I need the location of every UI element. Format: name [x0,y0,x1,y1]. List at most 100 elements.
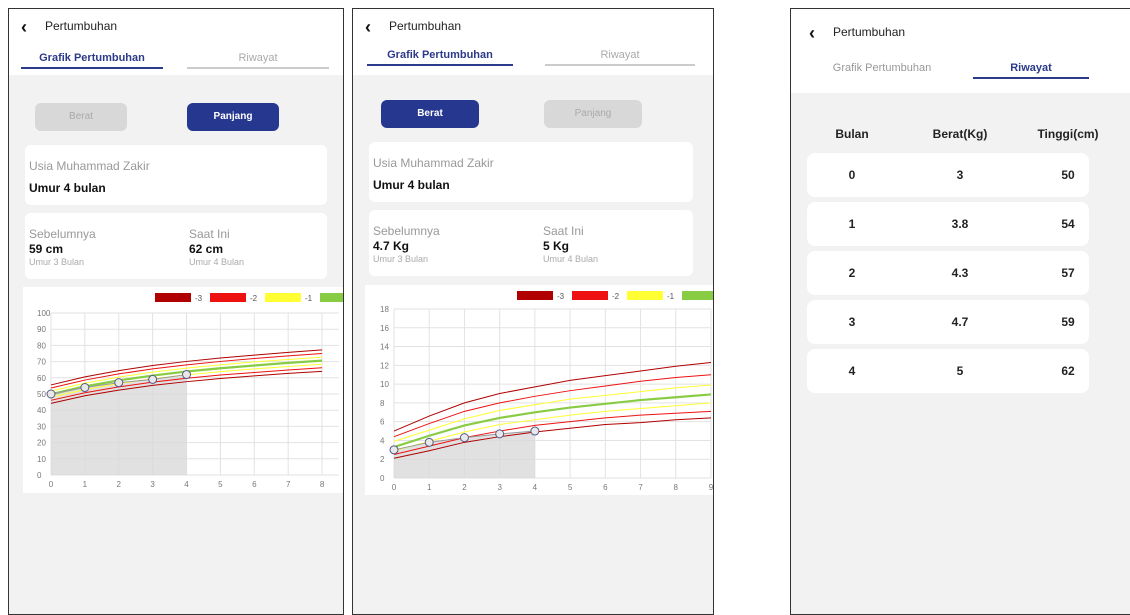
back-icon[interactable]: ‹ [21,17,27,37]
berat-button[interactable]: Berat [35,103,127,131]
legend-swatch [320,293,343,302]
y-tick-label: 10 [380,380,389,389]
x-tick-label: 4 [533,483,538,492]
berat-button[interactable]: Berat [381,100,479,128]
cell-bulan: 3 [848,315,856,329]
page-title: Pertumbuhan [389,19,462,33]
y-tick-label: 100 [37,309,51,318]
table-row: 2 4.3 57 [807,251,1089,295]
cell-berat: 3 [956,168,964,182]
curr-label: Saat Ini [543,224,584,238]
tab-grafik-pertumbuhan[interactable]: Grafik Pertumbuhan [367,48,513,66]
child-point [389,445,399,455]
y-tick-label: 10 [37,455,46,464]
tab-grafik-pertumbuhan[interactable]: Grafik Pertumbuhan [21,51,163,69]
back-icon[interactable]: ‹ [809,23,815,43]
page-title: Pertumbuhan [45,19,118,33]
y-tick-label: 14 [380,343,389,352]
cell-bulan: 4 [848,364,856,378]
legend-swatch [627,291,663,300]
tab-riwayat[interactable]: Riwayat [973,61,1089,79]
cell-bulan: 2 [848,266,856,280]
panjang-button[interactable]: Panjang [544,100,642,128]
cell-berat: 4.3 [951,266,969,280]
measurement-card: Sebelumnya 4.7 Kg Umur 3 Bulan Saat Ini … [369,210,693,276]
y-tick-label: 80 [37,341,46,350]
y-tick-label: 4 [380,436,385,445]
curr-value: 62 cm [189,242,224,256]
x-tick-label: 7 [638,483,643,492]
child-info-card: Usia Muhammad Zakir Umur 4 bulan [25,145,327,205]
y-tick-label: 40 [37,406,46,415]
legend-swatch [517,291,553,300]
child-name-label: Usia Muhammad Zakir [29,159,150,173]
x-tick-label: 6 [252,480,257,489]
y-tick-label: 90 [37,325,46,334]
cell-tinggi: 50 [1061,168,1075,182]
x-tick-label: 3 [150,480,155,489]
cell-berat: 4.7 [951,315,969,329]
prev-label: Sebelumnya [29,227,96,241]
screen-riwayat: ‹ Pertumbuhan Grafik Pertumbuhan Riwayat… [790,8,1130,615]
table-row: 4 5 62 [807,349,1089,393]
legend-swatch [682,291,713,300]
back-icon[interactable]: ‹ [365,17,371,37]
curr-label: Saat Ini [189,227,230,241]
x-tick-label: 7 [286,480,291,489]
legend-label: -2 [612,292,620,301]
cell-tinggi: 62 [1061,364,1075,378]
y-tick-label: 60 [37,374,46,383]
screen-panjang: ‹ Pertumbuhan Grafik Pertumbuhan Riwayat… [8,8,344,615]
child-name-label: Usia Muhammad Zakir [373,156,494,170]
x-tick-label: 9 [709,483,714,492]
app-bar: ‹ Pertumbuhan Grafik Pertumbuhan Riwayat [9,9,343,75]
legend-label: -2 [250,294,258,303]
y-tick-label: 0 [37,471,42,480]
x-tick-label: 5 [218,480,223,489]
legend-label: -3 [557,292,565,301]
table-row: 3 4.7 59 [807,300,1089,344]
x-tick-label: 0 [49,480,54,489]
child-point [530,426,540,436]
cell-tinggi: 59 [1061,315,1075,329]
legend-swatch [265,293,301,302]
child-point [495,429,505,439]
child-age: Umur 4 bulan [29,181,106,195]
curr-age: Umur 4 Bulan [543,254,599,264]
x-tick-label: 1 [83,480,88,489]
page-title: Pertumbuhan [833,25,906,39]
app-bar: ‹ Pertumbuhan Grafik Pertumbuhan Riwayat [353,9,713,75]
screen-berat: ‹ Pertumbuhan Grafik Pertumbuhan Riwayat… [352,8,714,615]
prev-age: Umur 3 Bulan [29,257,85,267]
berat-chart-svg: 0246810121416180 1 2 3 4 5 6 7 8 9-3 -2 -1 [380,291,714,492]
tab-riwayat[interactable]: Riwayat [545,48,695,66]
cell-berat: 5 [956,364,964,378]
child-point [424,437,434,447]
legend-label: -1 [667,292,675,301]
legend-label: -3 [195,294,203,303]
tab-grafik-pertumbuhan[interactable]: Grafik Pertumbuhan [807,61,957,79]
x-tick-label: 8 [320,480,325,489]
y-tick-label: 2 [380,455,385,464]
tab-riwayat[interactable]: Riwayat [187,51,329,69]
cell-tinggi: 54 [1061,217,1075,231]
curr-value: 5 Kg [543,239,570,253]
measurement-card: Sebelumnya 59 cm Umur 3 Bulan Saat Ini 6… [25,213,327,279]
panjang-button[interactable]: Panjang [187,103,279,131]
legend-label: -1 [305,294,313,303]
legend-swatch [572,291,608,300]
child-point [80,383,90,393]
child-point [114,378,124,388]
panjang-chart: 0 10 20 30 40 50 60 70 80 90 100 0 1 2 3 4 5 6 7 8 -3 -2 -1 [23,287,343,493]
prev-value: 4.7 Kg [373,239,410,253]
header-bulan: Bulan [835,127,869,141]
y-tick-label: 18 [380,305,389,314]
y-tick-label: 50 [37,390,46,399]
x-tick-label: 6 [603,483,608,492]
header-berat: Berat(Kg) [932,127,988,141]
cell-bulan: 0 [848,168,856,182]
cell-tinggi: 57 [1061,266,1075,280]
legend-swatch [155,293,191,302]
cell-bulan: 1 [848,217,856,231]
x-tick-label: 3 [497,483,502,492]
